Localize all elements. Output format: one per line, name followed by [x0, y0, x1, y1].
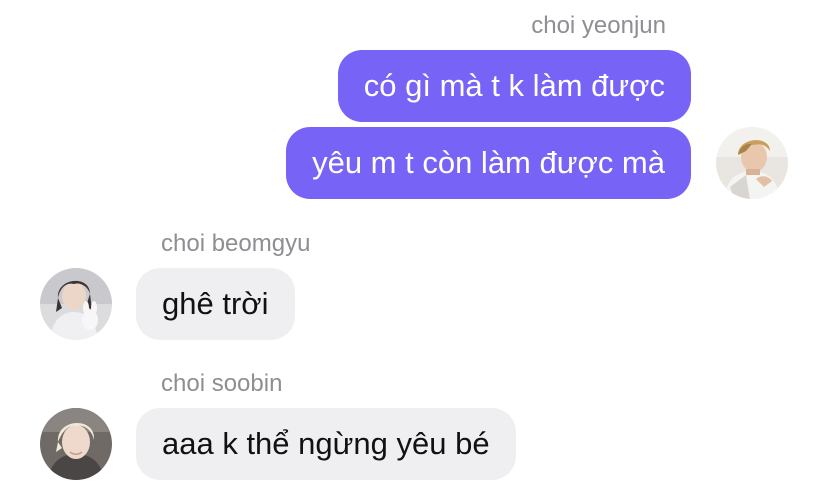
message-bubble-outgoing[interactable]: có gì mà t k làm được — [337, 50, 691, 122]
message-bubble-outgoing[interactable]: yêu m t còn làm được mà — [286, 127, 691, 199]
message-text: aaa k thể ngừng yêu bé — [162, 426, 490, 461]
sender-name: choi yeonjun — [531, 12, 666, 39]
avatar-yeonjun[interactable] — [716, 127, 788, 199]
message-text: có gì mà t k làm được — [363, 68, 665, 103]
avatar-beomgyu[interactable] — [40, 268, 112, 340]
avatar-soobin[interactable] — [40, 408, 112, 480]
message-text: ghê trời — [162, 286, 269, 321]
person-photo-icon — [40, 408, 112, 480]
person-photo-icon — [40, 268, 112, 340]
message-bubble-incoming[interactable]: aaa k thể ngừng yêu bé — [136, 408, 516, 480]
message-text: yêu m t còn làm được mà — [312, 145, 665, 180]
person-photo-icon — [716, 127, 788, 199]
sender-name: choi soobin — [161, 370, 283, 397]
message-bubble-incoming[interactable]: ghê trời — [136, 268, 295, 340]
sender-name: choi beomgyu — [161, 230, 311, 257]
